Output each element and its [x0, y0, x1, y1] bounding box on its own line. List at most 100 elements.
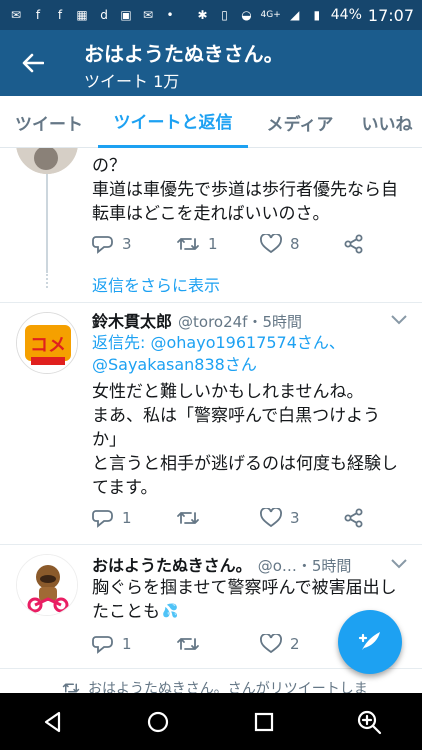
- nav-back-button[interactable]: [33, 702, 73, 742]
- retweet-icon: [177, 638, 199, 650]
- tweet-text-line: てます。: [92, 478, 158, 498]
- nav-home-button[interactable]: [138, 702, 178, 742]
- heart-icon: [260, 234, 282, 254]
- tweet-text-line: 転車はどこを走ればいいのさ。: [92, 204, 330, 224]
- reply-button[interactable]: 3: [92, 234, 176, 254]
- tweet-text-line: 車道は車優先で歩道は歩行者優先なら自: [92, 180, 398, 200]
- triangle-back-icon: [44, 711, 60, 732]
- thread-dots: [46, 274, 48, 288]
- mail-icon: ✉: [142, 8, 154, 22]
- avatar[interactable]: コメ: [16, 312, 78, 374]
- back-arrow-icon: [22, 53, 44, 73]
- retweet-icon: [62, 683, 80, 693]
- share-icon: [344, 234, 363, 254]
- bluetooth-icon: ✱: [197, 8, 208, 22]
- like-button[interactable]: 3: [260, 508, 344, 528]
- like-button[interactable]: 8: [260, 234, 344, 254]
- author-handle-time: @o…・5時間: [257, 557, 352, 575]
- dots-icon: •: [166, 8, 174, 22]
- battery-icon: ▮: [313, 8, 321, 22]
- author-handle-time: @toro24f・5時間: [178, 313, 303, 331]
- retweet-count: 1: [208, 235, 218, 253]
- facebook-icon: f: [57, 8, 63, 22]
- tweet-text-line: まあ、私は「警察呼んで白黒つけよう: [92, 406, 381, 426]
- svg-text:コメ: コメ: [30, 335, 66, 356]
- tab-media[interactable]: メディア: [248, 96, 352, 148]
- avatar-photo-icon: [16, 148, 78, 174]
- wifi-icon: ◒: [241, 8, 252, 22]
- vibrate-icon: ▯: [221, 8, 228, 22]
- system-nav-bar: [0, 693, 422, 750]
- chevron-down-icon[interactable]: [390, 314, 408, 326]
- reply-to-user[interactable]: @Sayakasan838さん: [92, 354, 257, 376]
- author-name[interactable]: 鈴木貫太郎: [92, 308, 172, 332]
- divider: [0, 302, 422, 303]
- mail-icon: ✉: [10, 8, 22, 22]
- tweet-text-line: 胸ぐらを掴ませて警察呼んで被害届出し: [92, 578, 397, 598]
- retweet-icon: [177, 512, 199, 524]
- tweet-text-line: たことも: [92, 602, 160, 622]
- tab-likes[interactable]: いいね: [352, 96, 422, 148]
- reply-to-line: 返信先: @ohayo19617574さん、: [92, 332, 345, 354]
- facebook-icon: f: [35, 8, 41, 22]
- chevron-down-icon[interactable]: [390, 558, 408, 570]
- nav-zoom-button[interactable]: [349, 702, 389, 742]
- like-count: 8: [290, 235, 300, 253]
- tab-tweets[interactable]: ツイート: [0, 96, 98, 148]
- tweet-count: ツイート 1万: [84, 72, 180, 91]
- reply-count: 3: [122, 235, 132, 253]
- clock: 17:07: [367, 5, 414, 25]
- retweet-button[interactable]: 1: [176, 235, 260, 253]
- tweet-text-line: 女性だと難しいかもしれませんね。: [92, 382, 364, 402]
- reply-icon: [92, 510, 113, 528]
- photo-icon: ▣: [120, 8, 132, 22]
- tweet-text-line: か」: [92, 430, 126, 450]
- tweet-actions: 3 1 8: [92, 234, 422, 254]
- retweet-notice: おはようたぬきさん。さんがリツイートしま: [62, 678, 368, 693]
- tweet-text-line: の？: [92, 156, 126, 176]
- profile-name-title: おはようたぬきさん。: [84, 42, 284, 66]
- tweet-actions: 1 3: [92, 508, 422, 528]
- profile-tabs: ツイート ツイートと返信 メディア いいね: [0, 96, 422, 148]
- network-type: 4G+: [260, 9, 281, 20]
- status-bar: ✉ f f ▦ d ▣ ✉ • ✱ ▯ ◒ 4G+ ◢ ▮ 44% 17:07: [0, 0, 422, 30]
- divider: [0, 544, 422, 545]
- reply-icon: [92, 236, 113, 254]
- like-count: 3: [290, 509, 300, 527]
- reply-icon: [92, 636, 113, 654]
- retweet-button[interactable]: [176, 509, 260, 527]
- heart-icon: [260, 508, 282, 528]
- avatar-tanuki-icon: [17, 555, 77, 615]
- reply-button[interactable]: 1: [92, 634, 176, 654]
- share-button[interactable]: [344, 234, 422, 254]
- share-icon: [344, 508, 363, 528]
- show-more-replies-link[interactable]: 返信をさらに表示: [92, 272, 220, 296]
- compose-feather-icon: [358, 632, 380, 650]
- nav-recents-button[interactable]: [244, 702, 284, 742]
- reply-to-user[interactable]: @ohayo19617574さん、: [150, 333, 344, 352]
- tab-tweets-and-replies[interactable]: ツイートと返信: [98, 96, 248, 148]
- avatar[interactable]: [16, 148, 78, 174]
- retweet-icon: [177, 238, 199, 250]
- retweet-notice-text: おはようたぬきさん。さんがリツイートしま: [88, 681, 368, 693]
- share-button[interactable]: [344, 508, 422, 528]
- magnifier-plus-icon: [358, 710, 382, 734]
- signal-icon: ◢: [290, 8, 300, 22]
- compose-tweet-button[interactable]: [338, 610, 402, 674]
- author-name[interactable]: おはようたぬきさん。: [92, 552, 252, 576]
- avatar[interactable]: [16, 554, 78, 616]
- reply-button[interactable]: 1: [92, 508, 176, 528]
- tweet-text-line: と言うと相手が逃げるのは何度も経験し: [92, 454, 398, 474]
- like-button[interactable]: 2: [260, 634, 344, 654]
- tweet-text-row: たことも 💦: [92, 600, 178, 624]
- tweet-header: おはようたぬきさん。 @o…・5時間: [92, 552, 351, 576]
- tweet-actions: 1 2: [92, 634, 344, 654]
- tweet-header: 鈴木貫太郎 @toro24f・5時間: [92, 308, 302, 332]
- sweat-emoji-icon: 💦: [162, 604, 179, 619]
- back-button[interactable]: [18, 48, 48, 78]
- app-bar: おはようたぬきさん。 ツイート 1万: [0, 30, 422, 96]
- avatar-snack-logo-icon: コメ: [17, 313, 77, 373]
- battery-percent: 44%: [330, 7, 362, 23]
- reply-to-prefix: 返信先:: [92, 333, 151, 352]
- retweet-button[interactable]: [176, 635, 260, 653]
